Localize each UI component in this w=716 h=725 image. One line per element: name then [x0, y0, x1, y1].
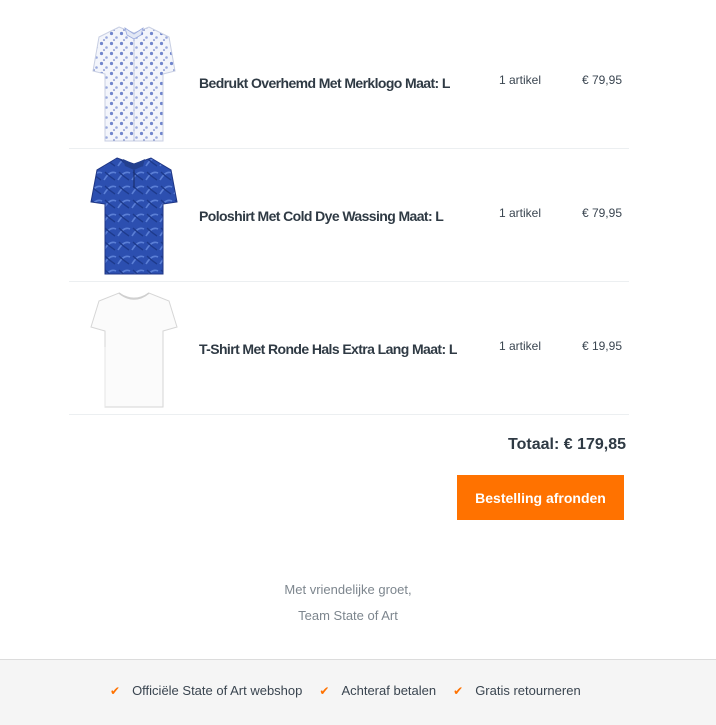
- product-name[interactable]: Poloshirt Met Cold Dye Wassing Maat: L: [199, 208, 444, 224]
- item-price: € 19,95: [581, 339, 622, 353]
- list-item[interactable]: T-Shirt Met Ronde Hals Extra Lang Maat: …: [69, 282, 629, 415]
- closing-signature: Team State of Art: [298, 608, 398, 623]
- product-image-white-tshirt[interactable]: [89, 287, 179, 412]
- closing-greeting: Met vriendelijke groet,: [284, 582, 412, 597]
- item-quantity: 1 artikel: [499, 73, 542, 87]
- usp-item: ✔ Officiële State of Art webshop: [110, 683, 302, 698]
- product-name[interactable]: Bedrukt Overhemd Met Merklogo Maat: L: [199, 75, 450, 91]
- order-items-list: Bedrukt Overhemd Met Merklogo Maat: L 1 …: [69, 16, 629, 415]
- item-quantity: 1 artikel: [499, 206, 542, 220]
- product-image-printed-shirt[interactable]: [89, 21, 179, 146]
- product-image-blue-polo[interactable]: [89, 154, 179, 279]
- usp-item: ✔ Achteraf betalen: [319, 683, 436, 698]
- item-price: € 79,95: [581, 206, 622, 220]
- footer: ✔ Officiële State of Art webshop ✔ Achte…: [0, 659, 716, 725]
- check-icon: ✔: [453, 683, 464, 698]
- usp-label: Officiële State of Art webshop: [132, 683, 303, 698]
- check-icon: ✔: [110, 683, 121, 698]
- checkout-button[interactable]: Bestelling afronden: [457, 475, 624, 520]
- usp-label: Achteraf betalen: [341, 683, 437, 698]
- item-quantity: 1 artikel: [499, 339, 542, 353]
- item-price: € 79,95: [581, 73, 622, 87]
- order-total: Totaal: € 179,85: [508, 436, 626, 453]
- list-item[interactable]: Poloshirt Met Cold Dye Wassing Maat: L 1…: [69, 149, 629, 282]
- list-item[interactable]: Bedrukt Overhemd Met Merklogo Maat: L 1 …: [69, 16, 629, 149]
- usp-label: Gratis retourneren: [475, 683, 581, 698]
- check-icon: ✔: [319, 683, 330, 698]
- product-name[interactable]: T-Shirt Met Ronde Hals Extra Lang Maat: …: [199, 341, 457, 357]
- usp-list: ✔ Officiële State of Art webshop ✔ Achte…: [110, 683, 598, 698]
- usp-item: ✔ Gratis retourneren: [453, 683, 581, 698]
